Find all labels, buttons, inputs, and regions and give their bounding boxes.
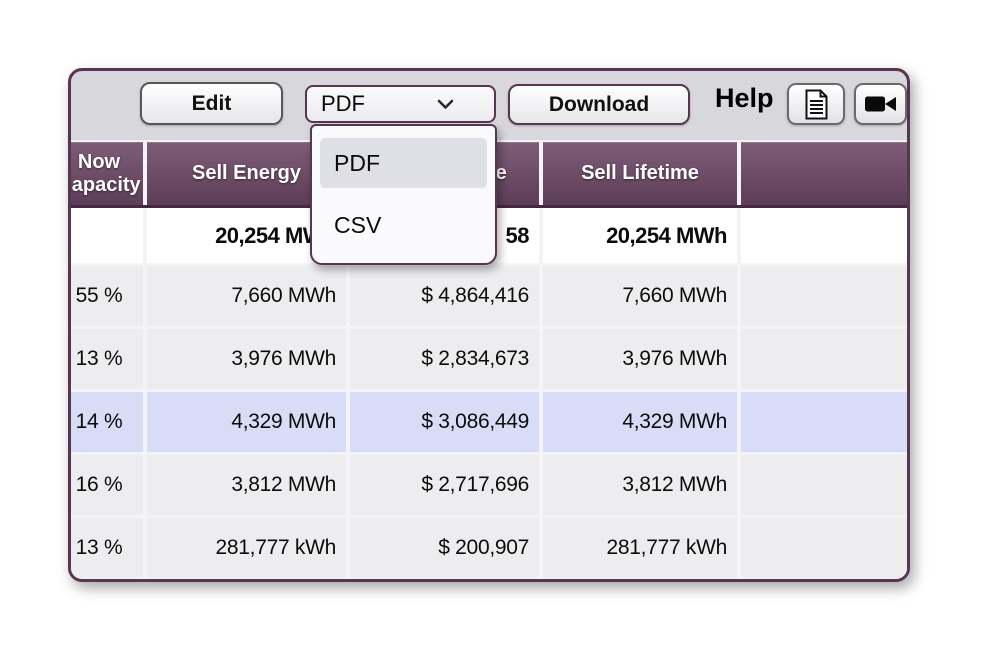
dropdown-option-csv[interactable]: CSV — [320, 200, 487, 250]
table-cell: $ 2,834,673 — [350, 329, 539, 389]
video-camera-icon — [865, 94, 897, 114]
table-row: 13 % 281,777 kWh $ 200,907 281,777 kWh — [71, 518, 907, 578]
header-sell-lifetime: Sell Lifetime — [543, 142, 737, 205]
table-cell: 16 % — [71, 455, 143, 515]
table-cell: 3,976 MWh — [147, 329, 346, 389]
table-cell: 3,976 MWh — [543, 329, 737, 389]
help-video-button[interactable] — [854, 83, 907, 125]
table-row-highlighted: 14 % 4,329 MWh $ 3,086,449 4,329 MWh — [71, 392, 907, 452]
header-empty — [741, 142, 907, 205]
table-row: 55 % 7,660 MWh $ 4,864,416 7,660 MWh — [71, 266, 907, 326]
help-label: Help — [715, 83, 774, 114]
format-select-value: PDF — [321, 91, 365, 117]
table-cell: 281,777 kWh — [543, 518, 737, 578]
table-cell: 13 % — [71, 329, 143, 389]
dropdown-option-pdf[interactable]: PDF — [320, 138, 487, 188]
table-cell: 4,329 MWh — [147, 392, 346, 452]
table-cell — [741, 392, 907, 452]
table-cell: $ 200,907 — [350, 518, 539, 578]
totals-cell — [71, 208, 143, 263]
table-cell — [741, 329, 907, 389]
table-cell — [741, 266, 907, 326]
chevron-down-icon — [437, 99, 454, 110]
table-cell: 281,777 kWh — [147, 518, 346, 578]
table-cell — [741, 518, 907, 578]
table-row: 16 % 3,812 MWh $ 2,717,696 3,812 MWh — [71, 455, 907, 515]
table-cell: 13 % — [71, 518, 143, 578]
totals-cell — [741, 208, 907, 263]
format-select[interactable]: PDF — [305, 85, 496, 123]
table-cell — [741, 455, 907, 515]
table-cell: 7,660 MWh — [147, 266, 346, 326]
table-cell: $ 2,717,696 — [350, 455, 539, 515]
table-cell: 55 % — [71, 266, 143, 326]
table-cell: $ 4,864,416 — [350, 266, 539, 326]
table-cell: $ 3,086,449 — [350, 392, 539, 452]
download-button[interactable]: Download — [508, 84, 690, 125]
document-icon — [804, 89, 829, 120]
table-cell: 4,329 MWh — [543, 392, 737, 452]
table-cell: 14 % — [71, 392, 143, 452]
report-widget: Edit PDF Download Help — [68, 68, 910, 582]
help-document-button[interactable] — [787, 83, 845, 125]
totals-cell: 20,254 MWh — [543, 208, 737, 263]
table-row: 13 % 3,976 MWh $ 2,834,673 3,976 MWh — [71, 329, 907, 389]
format-dropdown-menu: PDF CSV — [310, 124, 497, 265]
table-cell: 3,812 MWh — [147, 455, 346, 515]
table-cell: 7,660 MWh — [543, 266, 737, 326]
edit-button[interactable]: Edit — [140, 82, 283, 125]
table-cell: 3,812 MWh — [543, 455, 737, 515]
header-now-capacity: Now Capacity — [71, 142, 143, 205]
